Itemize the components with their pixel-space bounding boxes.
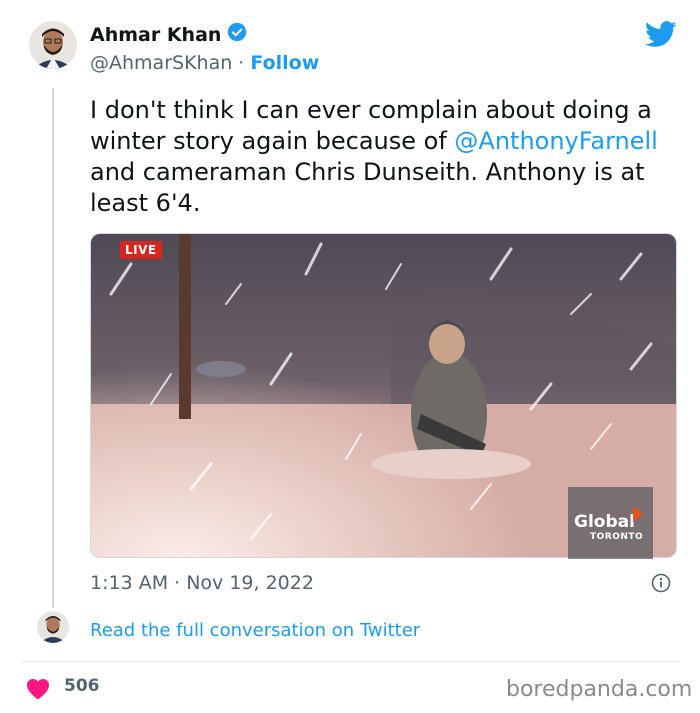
channel-logo-subtext: TORONTO — [590, 532, 644, 542]
mention-link[interactable]: @AnthonyFarnell — [454, 127, 657, 155]
thread-line — [52, 88, 54, 608]
like-count[interactable]: 506 — [64, 676, 100, 696]
channel-logo-text: Global — [574, 512, 635, 532]
separator: · — [238, 52, 245, 74]
author-avatar[interactable] — [29, 21, 77, 69]
heart-icon[interactable] — [26, 678, 50, 704]
verified-badge-icon — [227, 22, 247, 47]
channel-logo-arrow-icon — [633, 506, 643, 522]
watermark: boredpanda.com — [506, 677, 693, 702]
info-icon[interactable] — [651, 573, 671, 593]
tweet-text-after: and cameraman Chris Dunseith. Anthony is… — [90, 158, 645, 217]
read-conversation-link[interactable]: Read the full conversation on Twitter — [90, 620, 420, 641]
handle-row: @AhmarSKhan · Follow — [90, 52, 319, 74]
small-avatar[interactable] — [37, 611, 69, 643]
follow-button[interactable]: Follow — [250, 52, 319, 74]
twitter-bird-icon[interactable] — [645, 21, 677, 52]
author-name[interactable]: Ahmar Khan — [90, 22, 247, 47]
divider — [22, 661, 678, 662]
tweet-timestamp[interactable]: 1:13 AM · Nov 19, 2022 — [90, 572, 314, 594]
live-badge: LIVE — [120, 241, 162, 259]
tweet-text: I don't think I can ever complain about … — [90, 95, 680, 219]
author-name-text[interactable]: Ahmar Khan — [90, 24, 221, 46]
author-handle[interactable]: @AhmarSKhan — [90, 52, 232, 74]
